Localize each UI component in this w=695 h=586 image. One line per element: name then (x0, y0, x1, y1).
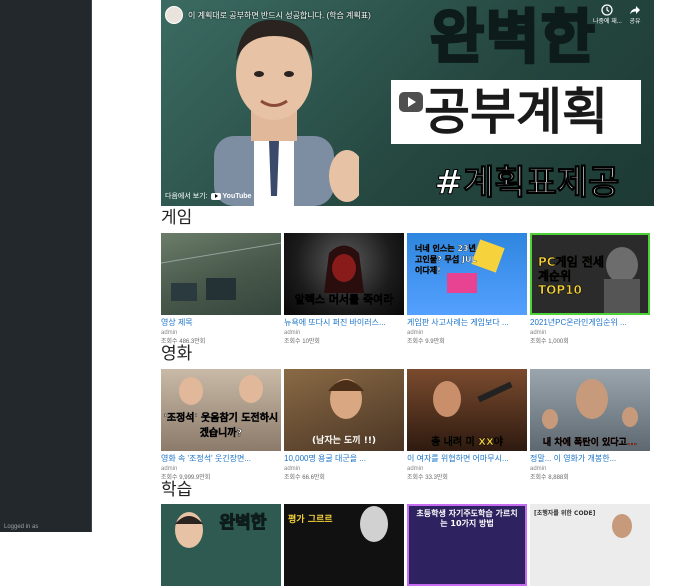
video-card-author: admin (284, 330, 301, 336)
video-card-author: admin (530, 466, 547, 472)
video-card[interactable]: (남자는 도끼 !!) 10,000명 용굴 대군을 ... admin 조회수… (284, 369, 404, 482)
video-thumbnail[interactable]: 완벽한 (161, 504, 281, 586)
video-card-title[interactable]: 정말... 이 영화가 개봉한... (530, 454, 650, 464)
video-thumbnail[interactable] (161, 233, 281, 315)
thumbnail-caption: [초행자를 위한 CODE] (534, 510, 596, 517)
video-card[interactable]: [초행자를 위한 CODE] (530, 504, 650, 586)
video-card[interactable]: 내 차에 폭탄이 있다고... 정말... 이 영화가 개봉한... admin… (530, 369, 650, 482)
video-card[interactable]: 알렉스 머서를 죽여라 뉴욕에 또다시 퍼진 바이러스... admin 조회수… (284, 233, 404, 346)
youtube-wordmark: YouTube (222, 192, 252, 200)
watch-on-label: 다음에서 보기: (165, 193, 208, 200)
video-card-views: 조회수 9.9만회 (407, 339, 445, 345)
thumbnail-caption: PC게임 전세계순위 TOP10 (538, 255, 604, 298)
video-card-title[interactable]: 게임판 사고사례는 게임보다 ... (407, 318, 527, 328)
video-headline-2: 공부계획 (391, 80, 641, 144)
featured-video-player[interactable]: 이 계획대로 공부하면 반드시 성공합니다. (학습 계획표) 나중에 재...… (161, 0, 654, 206)
video-card-views: 조회수 33.3만회 (407, 475, 448, 481)
video-headline-1: 완벽한 (429, 2, 597, 73)
video-thumbnail[interactable]: '조정석' 웃음참기 도전하시겠습니까? (161, 369, 281, 451)
channel-avatar[interactable] (165, 6, 183, 24)
thumbnail-caption: (남자는 도끼 !!) (311, 436, 377, 446)
video-card-views: 조회수 1,000회 (530, 339, 569, 345)
watch-on-youtube[interactable]: 다음에서 보기: YouTube (165, 191, 251, 201)
video-card-title[interactable]: 2021년PC온라인게임순위 ... (530, 318, 650, 328)
video-headline-3: #계획표제공 (434, 163, 620, 204)
video-card[interactable]: 너네 인스는 23년 고인물? 무섭 JUL 이다제! 게임판 사고사례는 게임… (407, 233, 527, 346)
sidebar-edge (91, 0, 92, 532)
thumbnail-caption: 완벽한 (219, 513, 267, 534)
thumbnail-caption: '조정석' 웃음참기 도전하시겠습니까? (163, 413, 279, 439)
video-card-author: admin (407, 466, 424, 472)
video-thumbnail[interactable]: 내 차에 폭탄이 있다고... (530, 369, 650, 451)
video-card-title[interactable]: 영상 제목 (161, 318, 281, 328)
video-thumbnail[interactable]: [초행자를 위한 CODE] (530, 504, 650, 586)
thumbnail-caption: 초등학생 자기주도학습 가르치는 10가지 방법 (416, 509, 518, 528)
video-card-author: admin (407, 330, 424, 336)
video-card-title[interactable]: 이 여자를 위협하면 어마무시... (407, 454, 527, 464)
video-card-views: 조회수 66.6만회 (284, 475, 325, 481)
video-card-author: admin (161, 330, 178, 336)
video-card-title[interactable]: 영화 속 '조정석' 웃긴장면... (161, 454, 281, 464)
video-thumbnail[interactable]: 평가 그르르 (284, 504, 404, 586)
section-title-games: 게임 (161, 208, 193, 227)
video-thumbnail[interactable]: 알렉스 머서를 죽여라 (284, 233, 404, 315)
video-thumbnail[interactable]: 초등학생 자기주도학습 가르치는 10가지 방법 (407, 504, 527, 586)
video-card[interactable]: 영상 제목 admin 조회수 486.3만회 (161, 233, 281, 346)
thumbnail-art (161, 242, 281, 301)
video-card[interactable]: '조정석' 웃음참기 도전하시겠습니까? 영화 속 '조정석' 웃긴장면... … (161, 369, 281, 482)
thumbnail-caption: 알렉스 머서를 죽여라 (294, 293, 394, 307)
logged-in-label: Logged in as (4, 524, 39, 530)
thumbnail-caption: 총 내려 미 XX야 (431, 437, 503, 448)
video-thumbnail[interactable]: (남자는 도끼 !!) (284, 369, 404, 451)
youtube-logo: YouTube (210, 192, 252, 200)
video-card-title[interactable]: 뉴욕에 또다시 퍼진 바이러스... (284, 318, 404, 328)
youtube-play-icon (210, 192, 221, 200)
video-card-views: 조회수 8,888회 (530, 475, 569, 481)
video-card-views: 조회수 10만회 (284, 339, 320, 345)
presenter-figure (214, 19, 359, 206)
thumbnail-caption: 너네 인스는 23년 고인물? 무섭 JUL 이다제! (415, 244, 477, 275)
video-card-author: admin (530, 330, 547, 336)
video-card-title[interactable]: 10,000명 용굴 대군을 ... (284, 454, 404, 464)
thumbnail-caption: 내 차에 폭탄이 있다고... (542, 438, 638, 448)
video-thumbnail[interactable]: 너네 인스는 23년 고인물? 무섭 JUL 이다제! (407, 233, 527, 315)
video-card-author: admin (161, 466, 178, 472)
video-card-author: admin (284, 466, 301, 472)
video-card[interactable]: 완벽한 (161, 504, 281, 586)
video-card[interactable]: 초등학생 자기주도학습 가르치는 10가지 방법 (407, 504, 527, 586)
video-thumbnail[interactable]: PC게임 전세계순위 TOP10 (530, 233, 650, 315)
video-title[interactable]: 이 계획대로 공부하면 반드시 성공합니다. (학습 계획표) (188, 10, 371, 21)
play-icon[interactable] (399, 90, 423, 114)
video-thumbnail[interactable]: 총 내려 미 XX야 (407, 369, 527, 451)
section-title-study: 학습 (161, 480, 193, 499)
video-card[interactable]: 총 내려 미 XX야 이 여자를 위협하면 어마무시... admin 조회수 … (407, 369, 527, 482)
video-card[interactable]: 평가 그르르 (284, 504, 404, 586)
admin-sidebar: Logged in as (0, 0, 92, 532)
video-card[interactable]: PC게임 전세계순위 TOP10 2021년PC온라인게임순위 ... admi… (530, 233, 650, 346)
section-title-movies: 영화 (161, 344, 193, 363)
thumbnail-caption: 평가 그르르 (288, 515, 333, 525)
